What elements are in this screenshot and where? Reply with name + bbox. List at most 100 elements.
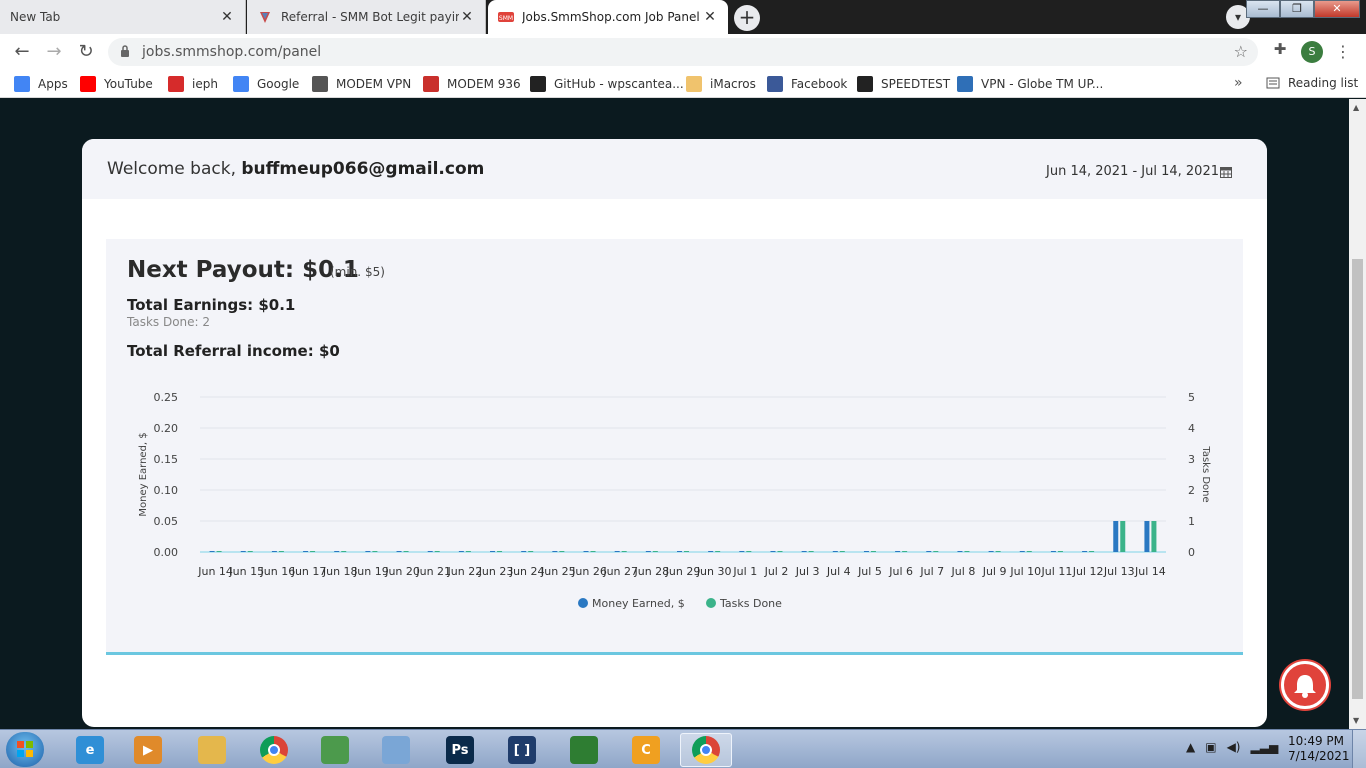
close-window-button[interactable]: ✕ <box>1314 0 1360 18</box>
y-tick-label: 0.20 <box>154 422 179 435</box>
tab-referral[interactable]: Referral - SMM Bot Legit paying! ✕ <box>247 0 486 34</box>
maximize-button[interactable]: ❐ <box>1280 0 1314 18</box>
taskbar-app-photoshop[interactable]: Ps <box>434 733 486 767</box>
bookmarks-overflow-icon[interactable]: » <box>1234 75 1243 91</box>
taskbar-app-c-app[interactable]: C <box>620 733 672 767</box>
photoshop-icon: Ps <box>446 736 474 764</box>
start-button[interactable] <box>6 732 44 767</box>
clock-time: 10:49 PM <box>1288 734 1344 748</box>
bar-money-earned <box>895 551 901 552</box>
reload-icon[interactable]: ↻ <box>74 40 98 64</box>
back-arrow-icon[interactable]: ← <box>10 40 34 64</box>
close-tab-icon[interactable]: ✕ <box>702 9 718 25</box>
y-tick-label: 0.05 <box>154 515 179 528</box>
date-range-picker[interactable]: Jun 14, 2021 - Jul 14, 2021 <box>1046 164 1219 179</box>
calendar-icon[interactable] <box>1220 166 1232 178</box>
bookmark-google[interactable]: Google <box>233 75 299 93</box>
bookmark-star-icon[interactable]: ☆ <box>1234 42 1248 61</box>
bookmark-facebook[interactable]: Facebook <box>767 75 847 93</box>
taskbar-app-paint[interactable] <box>370 733 422 767</box>
taskbar-app-media-player[interactable]: ▶ <box>122 733 174 767</box>
bookmark-label: GitHub - wpscantea... <box>554 77 684 91</box>
bar-tasks-done <box>497 551 503 552</box>
minimize-button[interactable]: — <box>1246 0 1280 18</box>
bookmark-ieph[interactable]: ieph <box>168 75 218 93</box>
x-tick-label: Jun 21 <box>415 565 451 578</box>
bookmark-imacros[interactable]: iMacros <box>686 75 756 93</box>
bookmark-label: MODEM 936 <box>447 77 521 91</box>
x-tick-label: Jul 10 <box>1009 565 1041 578</box>
user-email: buffmeup066@gmail.com <box>241 159 485 179</box>
bookmark-youtube[interactable]: YouTube <box>80 75 153 93</box>
bookmark-modem-936[interactable]: MODEM 936 <box>423 75 521 93</box>
legend-label-tasks-done: Tasks Done <box>719 597 782 610</box>
profile-avatar[interactable]: S <box>1301 41 1323 63</box>
huawei-icon <box>423 76 439 92</box>
bell-icon <box>1294 675 1316 698</box>
bar-money-earned <box>1144 521 1150 552</box>
x-tick-label: Jul 2 <box>764 565 789 578</box>
network-device-icon[interactable]: ▣ <box>1205 740 1216 754</box>
scrollbar-thumb[interactable] <box>1352 259 1363 699</box>
show-desktop-button[interactable] <box>1352 730 1366 768</box>
bar-money-earned <box>490 551 496 552</box>
show-hidden-icons-icon[interactable]: ▲ <box>1186 740 1195 754</box>
x-tick-label: Jun 16 <box>260 565 296 578</box>
bar-tasks-done <box>621 551 627 552</box>
scroll-down-icon[interactable]: ▼ <box>1353 716 1359 725</box>
close-tab-icon[interactable]: ✕ <box>219 9 235 25</box>
tab-new-tab[interactable]: New Tab ✕ <box>0 0 246 34</box>
y-axis-title: Money Earned, $ <box>138 432 149 516</box>
bookmark-vpn-globe-tm-up[interactable]: VPN - Globe TM UP... <box>957 75 1103 93</box>
volume-icon[interactable]: ◀) <box>1227 740 1241 754</box>
signal-bars-icon[interactable]: ▂▃▅ <box>1251 740 1279 754</box>
taskbar-app-security-app[interactable] <box>558 733 610 767</box>
c-coin-icon: C <box>632 736 660 764</box>
bracket-icon: [ ] <box>508 736 536 764</box>
earnings-panel: Next Payout: $0.1 (min. $5) Total Earnin… <box>106 239 1243 655</box>
bar-money-earned <box>863 551 869 552</box>
bar-tasks-done <box>1151 521 1157 552</box>
tab-job-panel[interactable]: SMM Jobs.SmmShop.com Job Panel ✕ <box>488 0 728 34</box>
page-scrollbar[interactable]: ▲ ▼ <box>1349 99 1366 729</box>
menu-dots-icon[interactable]: ⋮ <box>1335 41 1351 63</box>
bar-tasks-done <box>590 551 596 552</box>
chrome-icon <box>692 736 720 764</box>
taskbar-app-notepad[interactable] <box>309 733 361 767</box>
bookmark-modem-vpn[interactable]: MODEM VPN <box>312 75 411 93</box>
bar-money-earned <box>552 551 558 552</box>
x-tick-label: Jun 30 <box>696 565 732 578</box>
notification-bell-button[interactable] <box>1281 661 1329 709</box>
lock-icon <box>121 45 129 57</box>
taskbar-app-chrome-active[interactable] <box>680 733 732 767</box>
bookmark-apps[interactable]: Apps <box>14 75 68 93</box>
y2-tick-label: 2 <box>1188 484 1195 497</box>
new-tab-button[interactable]: + <box>734 5 760 31</box>
bookmark-github-wpscantea[interactable]: GitHub - wpscantea... <box>530 75 684 93</box>
browser-toolbar: ← → ↻ jobs.smmshop.com/panel ☆ ✚ S ⋮ <box>0 34 1366 70</box>
taskbar-app-file-explorer[interactable] <box>186 733 238 767</box>
bar-money-earned <box>677 551 682 552</box>
forward-arrow-icon[interactable]: → <box>42 40 66 64</box>
taskbar-app-internet-explorer[interactable]: e <box>64 733 116 767</box>
address-bar[interactable]: jobs.smmshop.com/panel ☆ <box>108 38 1258 66</box>
bar-tasks-done <box>777 551 783 552</box>
scroll-up-icon[interactable]: ▲ <box>1353 103 1359 112</box>
bar-money-earned <box>583 551 589 552</box>
close-tab-icon[interactable]: ✕ <box>459 9 475 25</box>
url-text[interactable]: jobs.smmshop.com/panel <box>142 44 321 60</box>
y2-axis-title: Tasks Done <box>1200 445 1211 502</box>
bar-money-earned <box>396 551 402 552</box>
bar-tasks-done <box>808 551 814 552</box>
extensions-puzzle-icon[interactable]: ✚ <box>1270 40 1290 60</box>
taskbar-app-chrome[interactable] <box>248 733 300 767</box>
bookmark-speedtest[interactable]: SPEEDTEST <box>857 75 950 93</box>
bar-money-earned <box>209 551 215 552</box>
bar-money-earned <box>303 551 309 552</box>
browser-tab-strip: New Tab ✕ Referral - SMM Bot Legit payin… <box>0 0 1366 34</box>
system-clock[interactable]: 10:49 PM 7/14/2021 <box>1288 734 1350 764</box>
taskbar-app-bracket-app[interactable]: [ ] <box>496 733 548 767</box>
reading-list-button[interactable]: Reading list <box>1266 76 1358 90</box>
bar-tasks-done <box>715 551 721 552</box>
bar-tasks-done <box>216 551 222 552</box>
